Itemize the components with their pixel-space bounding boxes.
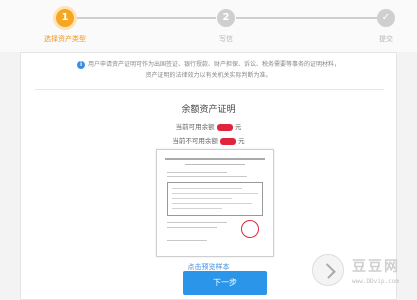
step-2-label: 写信 — [219, 35, 233, 43]
certificate-sample-image — [156, 149, 274, 257]
check-icon: ✓ — [377, 9, 395, 27]
notice-line-1: 用户申请资产证明可作为出国签证、银行授款、财产担保、诉讼、税务需要等事务的证明材… — [87, 61, 340, 68]
divider — [35, 89, 384, 90]
notice-line-2: 资产证明的法律效力以有关机关实际判断为准。 — [145, 72, 272, 79]
step-1-indicator: 1 — [56, 9, 74, 27]
unavailable-balance-unit: 元 — [238, 137, 245, 145]
redacted-amount — [216, 123, 233, 131]
watermark-logo — [312, 254, 344, 286]
certificate-title: 余额资产证明 — [181, 105, 236, 115]
seal-stamp — [241, 220, 259, 238]
step-3-label: 提交 — [379, 35, 393, 43]
site-watermark: 豆豆网 www.DDvip.com — [312, 252, 412, 296]
stepper-track-1 — [72, 17, 216, 19]
info-icon: i — [76, 60, 85, 69]
next-step-button[interactable]: 下一步 — [183, 271, 267, 295]
unavailable-balance-line: 当前不可用余额 元 — [21, 135, 396, 145]
progress-stepper: 1 选择资产类型 2 写信 ✓ 提交 — [0, 0, 417, 52]
available-balance-line: 当前可用余额 元 — [21, 121, 396, 131]
redacted-amount — [220, 137, 236, 145]
available-balance-unit: 元 — [234, 123, 242, 131]
watermark-url: www.DDvip.com — [352, 278, 399, 285]
stepper-track-2 — [236, 17, 378, 19]
watermark-title: 豆豆网 — [352, 259, 400, 275]
notice-text: i 用户申请资产证明可作为出国签证、银行授款、财产担保、诉讼、税务需要等事务的证明… — [21, 59, 396, 81]
step-1-label: 选择资产类型 — [44, 35, 86, 43]
unavailable-balance-label: 当前不可用余额 — [172, 137, 218, 145]
step-2-indicator: 2 — [217, 9, 235, 27]
available-balance-label: 当前可用余额 — [175, 123, 215, 131]
